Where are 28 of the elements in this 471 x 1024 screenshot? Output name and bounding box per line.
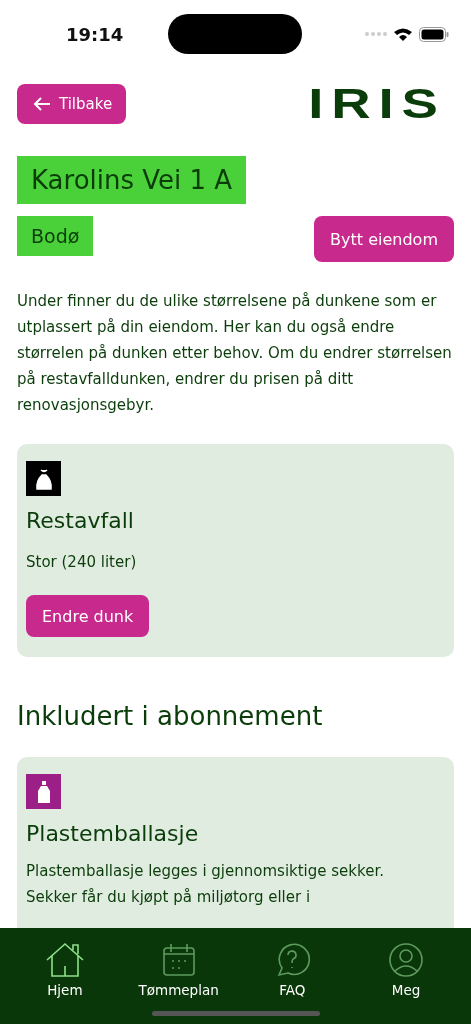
- calendar-icon: [160, 942, 197, 978]
- city-label: Bodø: [17, 216, 94, 256]
- person-icon: [388, 942, 425, 978]
- tab[interactable]: Tømmeplan: [128, 942, 229, 1024]
- change-property-button[interactable]: Bytt eiendom: [314, 216, 454, 262]
- waste-title: Plastemballasje: [26, 821, 199, 846]
- tab[interactable]: Meg: [356, 942, 457, 1024]
- address-title: Karolins Vei 1 A: [17, 156, 247, 204]
- tab[interactable]: FAQ: [242, 942, 343, 1024]
- tab-label: Meg: [391, 982, 421, 998]
- wifi-icon: [393, 26, 413, 42]
- logo: IRIS: [308, 80, 446, 128]
- signal-icon: [365, 32, 387, 36]
- waste-description: Plastemballasje legges i gjennomsiktige sekker. Sekker får du kjøpt på miljøtorg eller i: [26, 861, 385, 908]
- tab-label: Tømmeplan: [138, 982, 219, 998]
- bin-size: Stor (240 liter): [26, 552, 137, 573]
- change-bin-button[interactable]: Endre dunk: [26, 595, 150, 637]
- tab-label: Hjem: [47, 982, 83, 998]
- bin-title: Restavfall: [26, 508, 134, 533]
- intro-text: Under finner du de ulike størrelsene på dunkene som er utplassert på din eiendom. Her kan du også endre størrelen på dunken etter behov. Om du endrer størrelsen på restavfalldunken, endrer du prisen på ditt renovasjonsgebyr.: [17, 291, 453, 416]
- tab-label: FAQ: [279, 982, 306, 998]
- battery-icon: [419, 26, 449, 42]
- back-button[interactable]: Tilbake: [17, 84, 127, 124]
- status-time: 19:14: [66, 23, 125, 45]
- back-arrow-icon: [33, 96, 51, 112]
- section-heading: Inkludert i abonnement: [17, 701, 324, 731]
- tab[interactable]: Hjem: [14, 942, 115, 1024]
- house-icon: [44, 942, 85, 978]
